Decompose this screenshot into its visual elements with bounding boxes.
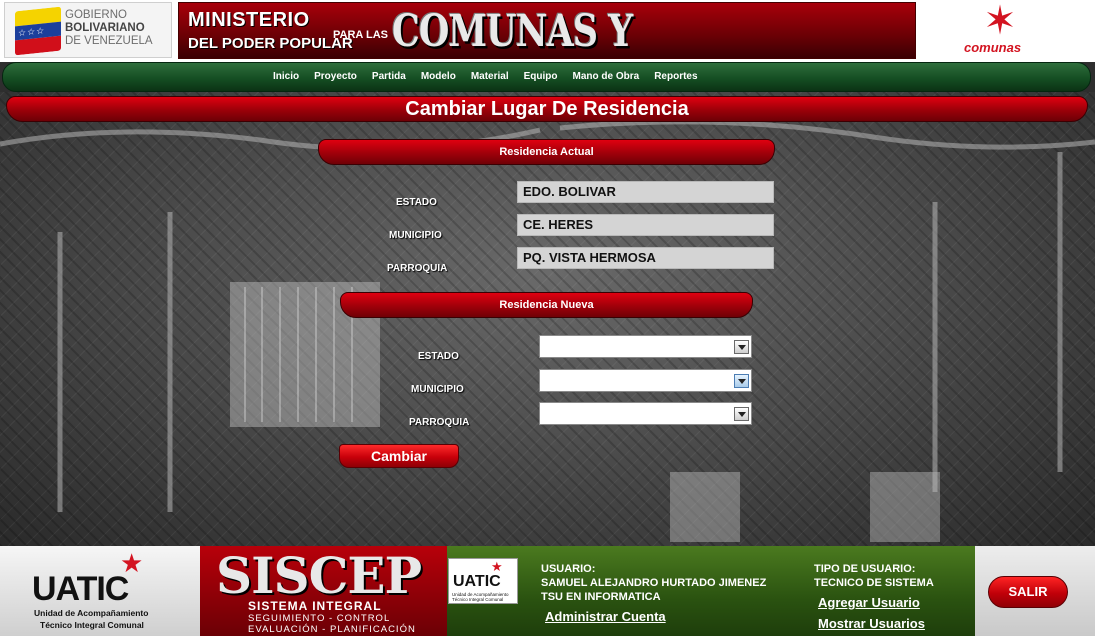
parroquia-select[interactable] <box>539 402 752 425</box>
mostrar-usuarios-link[interactable]: Mostrar Usuarios <box>818 616 925 631</box>
nav-proyecto[interactable]: Proyecto <box>314 63 357 91</box>
ministry-banner: MINISTERIO DEL PODER POPULAR PARA LAS CO… <box>178 2 916 109</box>
municipio-actual-field: CE. HERES <box>517 214 774 236</box>
cambiar-button[interactable]: Cambiar <box>339 444 459 468</box>
usuario-label: USUARIO: <box>541 563 596 575</box>
ministry-para: PARA LAS <box>333 29 388 41</box>
uatic-title: UATIC <box>32 570 129 608</box>
municipio-select[interactable] <box>539 369 752 392</box>
estado-actual-field: EDO. BOLIVAR <box>517 181 774 203</box>
nav-inicio[interactable]: Inicio <box>273 63 299 91</box>
administrar-cuenta-link[interactable]: Administrar Cuenta <box>545 609 666 624</box>
estado-nuevo-label: ESTADO <box>418 351 459 362</box>
municipio-label: MUNICIPIO <box>389 230 442 241</box>
section-residencia-nueva: Residencia Nueva <box>340 292 753 318</box>
nav-mano-de-obra[interactable]: Mano de Obra <box>573 63 640 91</box>
comunas-logo: ✶ comunas <box>918 0 1090 58</box>
mini-logo-sub: Unidad de Acompañamiento Técnico Integra… <box>452 592 509 602</box>
gobierno-text: GOBIERNO BOLIVARIANO DE VENEZUELA <box>65 9 153 48</box>
gob-line1: GOBIERNO <box>65 9 127 21</box>
mini-logo-text: UATIC <box>453 573 501 590</box>
estado-select[interactable] <box>539 335 752 358</box>
uatic-logo: ★ UATIC Unidad de Acompañamiento Técnico… <box>0 546 200 636</box>
section-title-actual: Residencia Actual <box>499 146 594 158</box>
nav-modelo[interactable]: Modelo <box>421 63 456 91</box>
section-residencia-actual: Residencia Actual <box>318 139 775 165</box>
parroquia-nuevo-label: PARROQUIA <box>409 417 470 428</box>
gob-line3: DE VENEZUELA <box>65 35 153 47</box>
section-title-nueva: Residencia Nueva <box>499 299 594 311</box>
parroquia-actual-field: PQ. VISTA HERMOSA <box>517 247 774 269</box>
nav-partida[interactable]: Partida <box>372 63 406 91</box>
usuario-name: SAMUEL ALEJANDRO HURTADO JIMENEZ <box>541 577 767 589</box>
footer: ★ UATIC Unidad de Acompañamiento Técnico… <box>0 546 1095 636</box>
tipo-usuario-label: TIPO DE USUARIO: <box>814 563 916 575</box>
mini-sub2: Técnico Integral Comunal <box>452 597 504 602</box>
main-content: Cambiar Lugar De Residencia Residencia A… <box>0 92 1095 546</box>
siscep-sub2: SEGUIMIENTO - CONTROL <box>248 613 391 624</box>
main-nav: Inicio Proyecto Partida Modelo Material … <box>2 62 1091 92</box>
gobierno-logo: GOBIERNO BOLIVARIANO DE VENEZUELA <box>4 2 172 58</box>
user-panel: ★ UATIC Unidad de Acompañamiento Técnico… <box>447 546 975 636</box>
ministry-line2: DEL PODER POPULAR <box>188 35 353 52</box>
ministry-line1: MINISTERIO <box>188 9 310 31</box>
estado-label: ESTADO <box>396 197 437 208</box>
uatic-sub2: Técnico Integral Comunal <box>40 620 144 630</box>
agregar-usuario-link[interactable]: Agregar Usuario <box>818 595 920 610</box>
gob-line2: BOLIVARIANO <box>65 22 145 34</box>
venezuela-flag-icon <box>15 6 61 56</box>
siscep-title: SISCEP <box>216 546 422 605</box>
nav-reportes[interactable]: Reportes <box>654 63 697 91</box>
chevron-down-icon[interactable] <box>734 374 749 388</box>
page-title: Cambiar Lugar De Residencia <box>405 98 689 120</box>
page-title-bar: Cambiar Lugar De Residencia <box>6 96 1088 122</box>
header-banner: GOBIERNO BOLIVARIANO DE VENEZUELA MINIST… <box>0 0 1095 109</box>
siscep-logo: SISCEP SISTEMA INTEGRAL SEGUIMIENTO - CO… <box>200 546 447 636</box>
chevron-down-icon[interactable] <box>734 340 749 354</box>
comunas-label: comunas <box>964 40 1022 55</box>
siscep-sub1: SISTEMA INTEGRAL <box>248 599 382 613</box>
parroquia-label: PARROQUIA <box>387 263 448 274</box>
tipo-usuario-value: TECNICO DE SISTEMA <box>814 577 934 589</box>
nav-equipo[interactable]: Equipo <box>524 63 558 91</box>
uatic-mini-logo: ★ UATIC Unidad de Acompañamiento Técnico… <box>448 558 518 604</box>
municipio-nuevo-label: MUNICIPIO <box>411 384 464 395</box>
usuario-title: TSU EN INFORMATICA <box>541 591 661 603</box>
star-icon: ✶ <box>983 0 1017 43</box>
chevron-down-icon[interactable] <box>734 407 749 421</box>
nav-material[interactable]: Material <box>471 63 509 91</box>
siscep-sub3: EVALUACIÓN - PLANIFICACIÓN <box>248 624 416 635</box>
logout-area: SALIR <box>975 546 1095 636</box>
uatic-sub1: Unidad de Acompañamiento <box>34 608 149 618</box>
salir-button[interactable]: SALIR <box>988 576 1068 608</box>
